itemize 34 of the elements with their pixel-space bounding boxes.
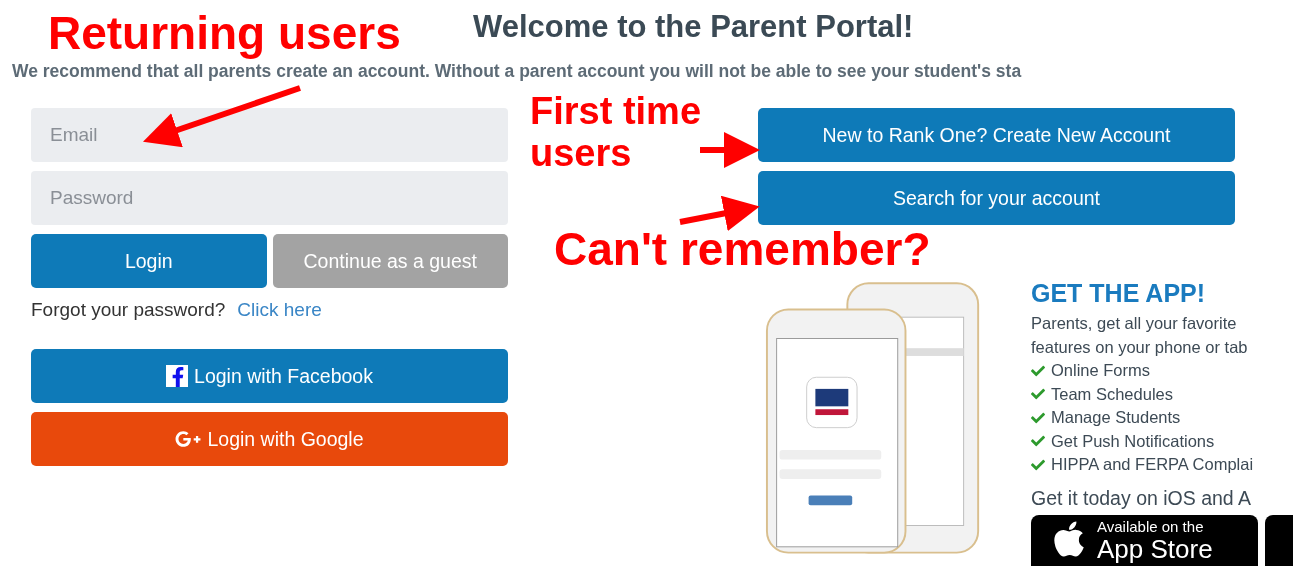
app-cta-text: Get it today on iOS and A bbox=[1031, 485, 1253, 511]
check-icon bbox=[1031, 410, 1045, 425]
login-button[interactable]: Login bbox=[31, 234, 267, 288]
feature-text: Online Forms bbox=[1051, 360, 1151, 381]
app-description: features on your phone or tab bbox=[1031, 336, 1249, 358]
check-icon bbox=[1031, 457, 1045, 472]
app-heading: GET THE APP! bbox=[1031, 278, 1207, 308]
password-field[interactable]: Password bbox=[31, 171, 508, 225]
facebook-icon bbox=[166, 365, 189, 387]
app-store-badge[interactable]: Available on the App Store bbox=[1031, 514, 1258, 566]
annotation-label: Can't remember? bbox=[554, 224, 931, 274]
annotation-label: Returning users bbox=[48, 8, 401, 58]
feature-text: Manage Students bbox=[1051, 407, 1181, 428]
reset-password-link[interactable]: Click here bbox=[237, 298, 322, 322]
check-icon bbox=[1031, 363, 1045, 378]
google-login-button[interactable]: Login with Google bbox=[31, 412, 508, 466]
feature-text: Get Push Notifications bbox=[1051, 430, 1215, 452]
check-icon bbox=[1031, 387, 1045, 402]
annotation-arrow bbox=[700, 132, 760, 168]
intro-text: We recommend that all parents create an account. Without a parent account you will not be able to see your student's sta bbox=[12, 60, 1022, 82]
email-field[interactable]: Email bbox=[31, 108, 508, 162]
badge-store-name: App Store bbox=[1097, 534, 1213, 563]
guest-button[interactable]: Continue as a guest bbox=[272, 234, 508, 288]
check-icon bbox=[1031, 434, 1045, 449]
app-description: Parents, get all your favorite bbox=[1031, 313, 1238, 334]
feature-text: HIPPA and FERPA Complai bbox=[1051, 454, 1254, 475]
facebook-login-button[interactable]: Login with Facebook bbox=[31, 349, 508, 403]
forgot-password-text: Forgot your password? bbox=[31, 298, 226, 322]
feature-text: Team Schedules bbox=[1051, 383, 1173, 405]
page-title: Welcome to the Parent Portal! bbox=[473, 8, 914, 46]
annotation-label: First time users bbox=[530, 90, 703, 174]
badge-caption: Available on the bbox=[1097, 518, 1205, 535]
account-button[interactable]: New to Rank One? Create New Account bbox=[758, 108, 1235, 162]
account-button[interactable]: Search for your account bbox=[758, 171, 1235, 225]
